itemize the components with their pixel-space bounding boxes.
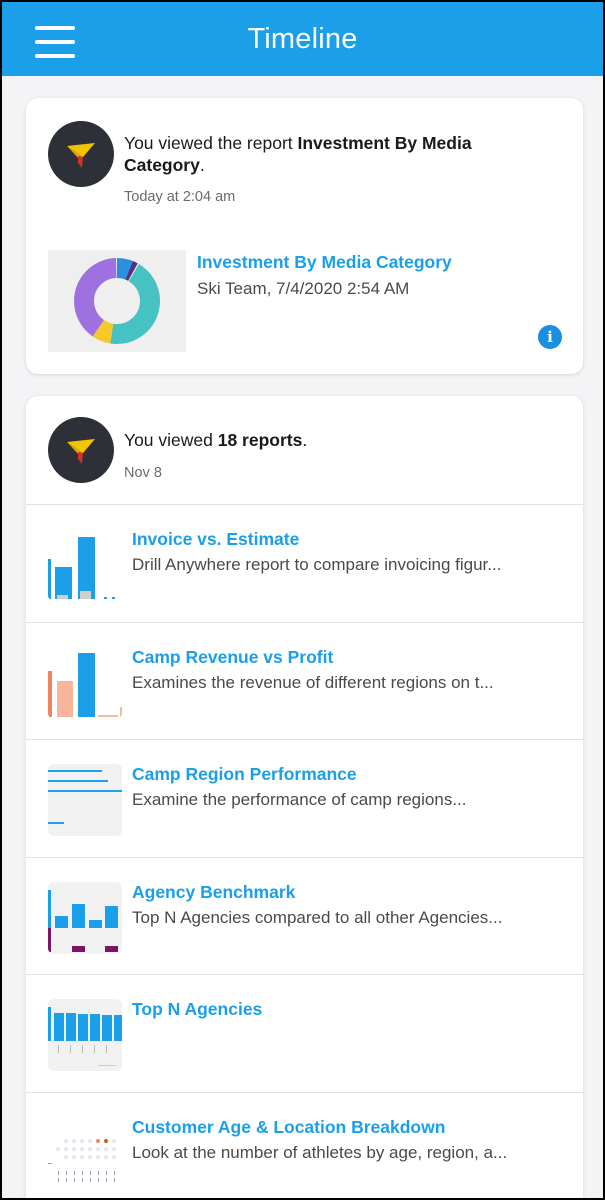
yellowfin-logo-icon [67, 143, 95, 168]
activity-prefix: You viewed [124, 430, 218, 450]
activity-prefix: You viewed the report [124, 133, 298, 153]
list-item-title: Camp Region Performance [132, 764, 357, 784]
report-thumbnail-hbar [48, 764, 122, 836]
list-item-description: Examines the revenue of different region… [132, 672, 494, 692]
report-thumbnail-bar [48, 999, 122, 1071]
activity-message: You viewed the report Investment By Medi… [124, 132, 524, 176]
list-item-title: Agency Benchmark [132, 881, 296, 902]
report-list: Invoice vs. Estimate Drill Anywhere repo… [26, 504, 583, 1198]
report-thumbnail-dotmatrix [48, 1116, 122, 1189]
donut-chart-thumbnail [74, 258, 160, 344]
page-title: Timeline [247, 22, 358, 55]
report-thumbnail-benchmark [48, 881, 122, 954]
report-info: Investment By Media Category Ski Team, 7… [197, 252, 452, 299]
hamburger-menu-icon[interactable] [35, 26, 75, 58]
yellowfin-logo-avatar [48, 417, 114, 483]
report-title[interactable]: Investment By Media Category [197, 252, 452, 273]
activity-report-count: 18 reports [217, 430, 303, 450]
activity-date: Nov 8 [124, 465, 162, 481]
list-item-title: Camp Revenue vs Profit [132, 646, 334, 667]
yellowfin-logo-avatar [48, 121, 114, 187]
activity-message: You viewed 18 reports. [124, 429, 524, 451]
list-item[interactable]: Customer Age & Location Breakdown Look a… [26, 1091, 583, 1199]
list-item-text: Camp Region Performance Examine the perf… [132, 764, 562, 810]
list-item-description: Look at the number of athletes by age, r… [132, 1142, 508, 1162]
activity-card-multiple: You viewed 18 reports. Nov 8 Invoice vs.… [26, 396, 583, 1198]
list-item-description: Top N Agencies compared to all other Age… [132, 907, 503, 927]
list-item[interactable]: Camp Region Performance Examine the perf… [26, 739, 583, 857]
list-item-text: Agency Benchmark Top N Agencies compared… [132, 882, 562, 928]
app-bar: Timeline [2, 2, 603, 76]
list-item-description: Examine the performance of camp regions.… [132, 790, 467, 809]
app-frame: Timeline You viewed the report Investmen… [2, 2, 603, 1198]
activity-suffix: . [302, 430, 308, 450]
list-item-title: Invoice vs. Estimate [132, 529, 300, 549]
list-item-text: Top N Agencies [132, 999, 562, 1025]
report-thumbnail-bar [48, 529, 122, 601]
activity-date: Today at 2:04 am [124, 189, 236, 205]
report-thumbnail-bar [48, 646, 122, 719]
list-item[interactable]: Camp Revenue vs Profit Examines the reve… [26, 621, 583, 740]
list-item-title: Customer Age & Location Breakdown [132, 1116, 446, 1137]
list-item-title: Top N Agencies [132, 999, 263, 1019]
list-item[interactable]: Agency Benchmark Top N Agencies compared… [26, 856, 583, 975]
activity-suffix: . [199, 155, 205, 175]
list-item[interactable]: Invoice vs. Estimate Drill Anywhere repo… [26, 504, 583, 622]
list-item-text: Camp Revenue vs Profit Examines the reve… [132, 647, 562, 693]
info-icon[interactable]: i [538, 325, 562, 349]
report-thumbnail-donut[interactable] [48, 250, 186, 352]
yellowfin-logo-icon [67, 439, 95, 464]
activity-card-single: You viewed the report Investment By Medi… [26, 98, 583, 374]
list-item[interactable]: Top N Agencies [26, 974, 583, 1092]
report-subtitle: Ski Team, 7/4/2020 2:54 AM [197, 279, 410, 298]
list-item-description: Drill Anywhere report to compare invoici… [132, 555, 502, 574]
list-item-text: Customer Age & Location Breakdown Look a… [132, 1117, 562, 1163]
list-item-text: Invoice vs. Estimate Drill Anywhere repo… [132, 529, 562, 575]
